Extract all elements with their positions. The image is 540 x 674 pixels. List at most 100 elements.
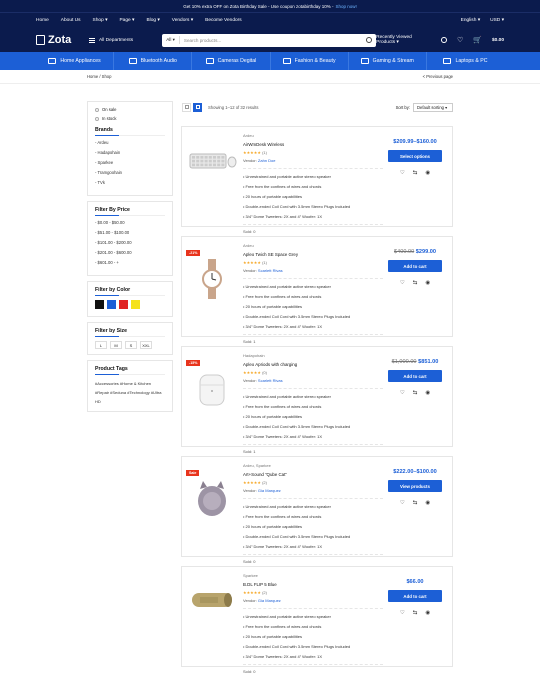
- all-departments-button[interactable]: All Departments: [89, 37, 162, 43]
- product-image[interactable]: [186, 580, 238, 620]
- wishlist-icon[interactable]: ♡: [400, 280, 405, 286]
- nav-become-vendor[interactable]: Become Vendors: [205, 18, 242, 23]
- product-card[interactable]: Ardeu AirWmDesk Wireless ★★★★★ (1) Vendo…: [181, 126, 453, 234]
- on-sale-option[interactable]: On sale: [95, 107, 165, 112]
- cart-total[interactable]: $0.00: [492, 38, 504, 43]
- color-swatch-yellow[interactable]: [131, 300, 140, 309]
- category-gaming-stream[interactable]: Gaming & Stream: [349, 52, 427, 70]
- search-input[interactable]: Search products...: [180, 38, 366, 43]
- product-name[interactable]: Art+Sound “Qube Cat”: [243, 472, 383, 477]
- add-to-cart-button[interactable]: Add to cart: [388, 260, 442, 272]
- tag-cloud[interactable]: #Accessories #Home & Kitchen #Repair #Se…: [95, 379, 165, 406]
- brand-item[interactable]: - TVk: [95, 180, 165, 185]
- price-range-item[interactable]: - $101.00 - $200.00: [95, 240, 165, 245]
- add-to-cart-button[interactable]: Add to cart: [388, 590, 442, 602]
- product-image[interactable]: [186, 479, 238, 519]
- color-swatch-blue[interactable]: [107, 300, 116, 309]
- product-name[interactable]: AirWmDesk Wireless: [243, 142, 383, 147]
- category-fashion-beauty[interactable]: Fashion & Beauty: [271, 52, 349, 70]
- compare-icon[interactable]: ⇆: [413, 170, 418, 176]
- quick-view-icon[interactable]: ◉: [425, 280, 430, 286]
- shop-now-link[interactable]: Shop now!: [336, 4, 357, 9]
- sort-select[interactable]: Default sorting ▾: [413, 102, 453, 112]
- product-brand[interactable]: Hadapohain: [243, 353, 383, 358]
- search-icon[interactable]: [366, 37, 373, 43]
- wishlist-icon[interactable]: ♡: [400, 500, 405, 506]
- size-option[interactable]: XXL: [140, 341, 152, 349]
- wishlist-icon[interactable]: ♡: [400, 610, 405, 616]
- nav-shop[interactable]: Shop ▾: [93, 18, 108, 23]
- product-card[interactable]: Sale Ardeu, Sparkee Art+Sound “Qube Cat”…: [181, 456, 453, 564]
- brand-item[interactable]: - Hadapohain: [95, 150, 165, 155]
- add-to-cart-button[interactable]: View products: [388, 480, 442, 492]
- brand-item[interactable]: - Tramgoohain: [95, 170, 165, 175]
- wishlist-icon[interactable]: ♡: [400, 390, 405, 396]
- vendor-link[interactable]: Gia Marquez: [258, 598, 281, 603]
- list-view-button[interactable]: [193, 102, 202, 112]
- product-name[interactable]: Apleo Apriods with charging: [243, 362, 383, 367]
- product-name[interactable]: B.DL FLIP 5 Blue: [243, 582, 383, 587]
- color-swatch-red[interactable]: [119, 300, 128, 309]
- vendor-link[interactable]: Scarlett Rivas: [258, 378, 283, 383]
- nav-vendors[interactable]: Vendors ▾: [172, 18, 193, 23]
- logo[interactable]: Zota: [36, 34, 89, 46]
- size-option[interactable]: L: [95, 341, 107, 349]
- language-select[interactable]: English ▾: [461, 18, 480, 23]
- feature-list: • Unrestrained and portable active stere…: [243, 278, 383, 329]
- brand-item[interactable]: - Sparkee: [95, 160, 165, 165]
- price-range-item[interactable]: - $0.00 - $50.00: [95, 220, 165, 225]
- product-brand[interactable]: Sparkee: [243, 573, 383, 578]
- product-card[interactable]: -15% Hadapohain Apleo Apriods with charg…: [181, 346, 453, 454]
- wishlist-icon[interactable]: ♡: [457, 36, 463, 44]
- product-card[interactable]: -21% Ardeu Apleo Twich SE Space Grey ★★★…: [181, 236, 453, 344]
- size-heading: Filter by Size: [95, 328, 165, 337]
- cart-icon[interactable]: 🛒: [473, 36, 482, 44]
- vendor-link[interactable]: Gia Marquez: [258, 488, 281, 493]
- compare-icon[interactable]: ⇆: [413, 610, 418, 616]
- category-cameras[interactable]: Cameras Degital: [192, 52, 271, 70]
- price-range-item[interactable]: - $601.00 - +: [95, 260, 165, 265]
- color-swatch-black[interactable]: [95, 300, 104, 309]
- product-brand[interactable]: Ardeu: [243, 243, 383, 248]
- grid-view-button[interactable]: [182, 102, 191, 112]
- headphones-icon: [128, 58, 137, 64]
- vendor-link[interactable]: Zahn Doe: [258, 158, 276, 163]
- price-range-item[interactable]: - $51.00 - $100.00: [95, 230, 165, 235]
- price-range-item[interactable]: - $201.00 - $600.00: [95, 250, 165, 255]
- recently-viewed-dropdown[interactable]: Recently Viewed Products ▾: [376, 35, 431, 45]
- wishlist-icon[interactable]: ♡: [400, 170, 405, 176]
- currency-select[interactable]: USD ▾: [490, 18, 504, 23]
- category-laptops-pc[interactable]: Laptops & PC: [427, 52, 504, 70]
- nav-page[interactable]: Page ▾: [119, 18, 134, 23]
- quick-view-icon[interactable]: ◉: [425, 500, 430, 506]
- product-image[interactable]: [186, 140, 238, 180]
- product-image[interactable]: [186, 259, 238, 299]
- product-card[interactable]: Sparkee B.DL FLIP 5 Blue ★★★★★ (2) Vendo…: [181, 566, 453, 674]
- vendor-link[interactable]: Scarlett Rivas: [258, 268, 283, 273]
- nav-blog[interactable]: Blog ▾: [146, 18, 159, 23]
- search-category-select[interactable]: All ▾: [162, 36, 180, 44]
- product-brand[interactable]: Ardeu: [243, 133, 383, 138]
- size-option[interactable]: M: [110, 341, 122, 349]
- product-image[interactable]: [186, 369, 238, 409]
- compare-icon[interactable]: ⇆: [413, 280, 418, 286]
- compare-icon[interactable]: ⇆: [413, 500, 418, 506]
- product-brand[interactable]: Ardeu, Sparkee: [243, 463, 383, 468]
- user-icon[interactable]: [441, 37, 447, 43]
- compare-icon[interactable]: ⇆: [413, 390, 418, 396]
- add-to-cart-button[interactable]: Select options: [388, 150, 442, 162]
- quick-view-icon[interactable]: ◉: [425, 610, 430, 616]
- category-home-appliances[interactable]: Home Appliances: [36, 52, 115, 70]
- nav-home[interactable]: Home: [36, 18, 49, 23]
- breadcrumb-path[interactable]: Home / Shop: [87, 74, 111, 79]
- quick-view-icon[interactable]: ◉: [425, 170, 430, 176]
- nav-about[interactable]: About Us: [61, 18, 81, 23]
- brand-item[interactable]: - Ardeu: [95, 140, 165, 145]
- quick-view-icon[interactable]: ◉: [425, 390, 430, 396]
- product-name[interactable]: Apleo Twich SE Space Grey: [243, 252, 383, 257]
- size-option[interactable]: S: [125, 341, 137, 349]
- category-bluetooth-audio[interactable]: Bluetooth Audio: [114, 52, 193, 70]
- previous-page-link[interactable]: < Previous page: [423, 74, 453, 79]
- in-stock-option[interactable]: In stock: [95, 116, 165, 121]
- add-to-cart-button[interactable]: Add to cart: [388, 370, 442, 382]
